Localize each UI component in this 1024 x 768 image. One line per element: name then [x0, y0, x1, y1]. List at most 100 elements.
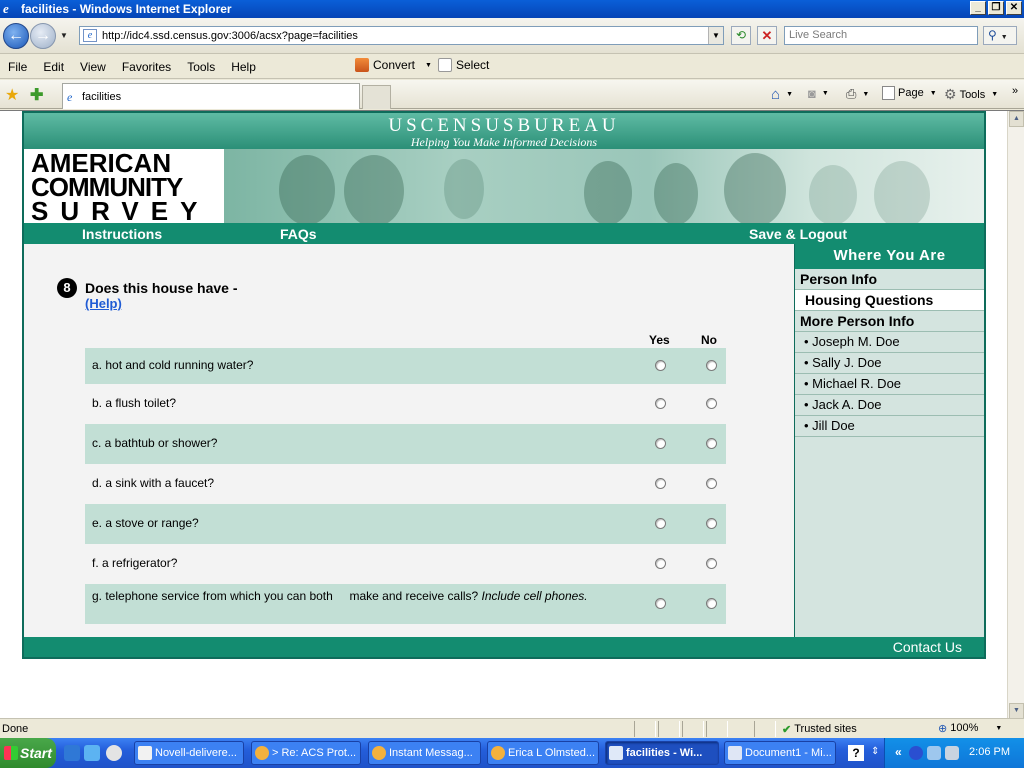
page-menu-icon — [882, 86, 895, 100]
address-dropdown-icon[interactable]: ▼ — [708, 27, 723, 44]
select-icon — [438, 58, 452, 72]
task-label: Novell-delivere... — [155, 747, 237, 759]
menu-favorites[interactable]: Favorites — [114, 60, 179, 74]
task-label: > Re: ACS Prot... — [272, 747, 357, 759]
search-options-dropdown-icon[interactable]: ▼ — [1001, 34, 1008, 41]
menu-bar: File Edit View Favorites Tools Help Conv… — [0, 55, 1024, 79]
radio-yes-a[interactable] — [655, 360, 666, 371]
sidebar-person-joseph[interactable]: • Joseph M. Doe — [795, 332, 984, 353]
radio-yes-c[interactable] — [655, 438, 666, 449]
radio-no-a[interactable] — [706, 360, 717, 371]
menu-file[interactable]: File — [0, 60, 35, 74]
stop-button[interactable]: ✕ — [757, 26, 777, 45]
question-area: 8 Does this house have - (Help) Yes No a… — [24, 244, 794, 637]
radio-yes-f[interactable] — [655, 558, 666, 569]
radio-yes-d[interactable] — [655, 478, 666, 489]
nav-faqs-link[interactable]: FAQs — [280, 226, 317, 242]
help-link[interactable]: (Help) — [85, 296, 122, 311]
sidebar-item-person-info[interactable]: Person Info — [795, 269, 984, 290]
menu-edit[interactable]: Edit — [35, 60, 72, 74]
print-button[interactable]: ⎙ ▼ — [846, 86, 869, 102]
nav-instructions-link[interactable]: Instructions — [82, 226, 162, 242]
tray-network-icon[interactable] — [909, 746, 923, 760]
sidebar-person-jill[interactable]: • Jill Doe — [795, 416, 984, 437]
question-number: 8 — [57, 278, 77, 298]
vertical-scrollbar[interactable]: ▲ ▼ — [1007, 111, 1024, 719]
radio-no-c[interactable] — [706, 438, 717, 449]
refresh-button[interactable]: ⟲ — [731, 26, 751, 45]
page-menu-button[interactable]: Page ▼ — [882, 86, 937, 100]
messenger-icon — [372, 746, 386, 760]
quicklaunch-media-icon[interactable] — [106, 745, 122, 761]
favorites-star-icon[interactable]: ★ — [5, 85, 19, 105]
new-tab-button[interactable] — [362, 85, 391, 109]
sidebar-person-jack[interactable]: • Jack A. Doe — [795, 395, 984, 416]
toolbar-overflow-icon[interactable]: » — [1012, 85, 1018, 97]
menu-help[interactable]: Help — [223, 60, 264, 74]
radio-no-e[interactable] — [706, 518, 717, 529]
taskbar-item-novell[interactable]: Novell-delivere... — [134, 741, 244, 765]
tray-computer-icon[interactable] — [945, 746, 959, 760]
add-favorite-icon[interactable]: ✚ — [30, 85, 43, 105]
tray-display-icon[interactable] — [927, 746, 941, 760]
sidebar-item-housing-questions[interactable]: Housing Questions — [795, 290, 984, 311]
radio-yes-g[interactable] — [655, 598, 666, 609]
taskbar-scroll-icon[interactable]: ⇕ — [871, 746, 879, 757]
select-button[interactable]: Select — [438, 58, 489, 72]
question-item-a: a. hot and cold running water? — [85, 348, 726, 384]
radio-no-b[interactable] — [706, 398, 717, 409]
menu-tools[interactable]: Tools — [179, 60, 223, 74]
address-field[interactable]: e http://idc4.ssd.census.gov:3006/acsx?p… — [79, 26, 724, 45]
nav-save-logout-link[interactable]: Save & Logout — [749, 226, 847, 242]
sidebar-item-more-person-info[interactable]: More Person Info — [795, 311, 984, 332]
page-dropdown-icon: ▼ — [929, 89, 937, 97]
zoom-control[interactable]: ⊕ 100% ▼ — [938, 722, 1002, 735]
print-dropdown-icon[interactable]: ▼ — [862, 91, 869, 98]
page-icon: e — [83, 29, 97, 42]
taskbar-item-word[interactable]: Document1 - Mi... — [724, 741, 836, 765]
search-button[interactable]: ⚲ ▼ — [983, 26, 1017, 45]
scroll-up-button[interactable]: ▲ — [1009, 111, 1024, 127]
recent-pages-dropdown[interactable]: ▼ — [60, 31, 68, 40]
radio-no-g[interactable] — [706, 598, 717, 609]
sidebar-person-michael[interactable]: • Michael R. Doe — [795, 374, 984, 395]
quicklaunch-desktop-icon[interactable] — [84, 745, 100, 761]
radio-no-f[interactable] — [706, 558, 717, 569]
help-icon[interactable]: ? — [848, 745, 864, 761]
home-button[interactable]: ⌂ ▼ — [771, 86, 793, 103]
taskbar-item-email[interactable]: > Re: ACS Prot... — [251, 741, 361, 765]
forward-button[interactable]: → — [30, 23, 56, 49]
item-label: g. telephone service from which you can … — [92, 588, 592, 604]
tab-facilities[interactable]: e facilities — [62, 83, 360, 109]
search-input[interactable]: Live Search — [784, 26, 978, 45]
back-button[interactable]: ← — [3, 23, 29, 49]
feeds-dropdown-icon[interactable]: ▼ — [822, 90, 829, 97]
zoom-dropdown-icon[interactable]: ▼ — [995, 725, 1002, 735]
home-dropdown-icon[interactable]: ▼ — [786, 91, 793, 98]
menu-view[interactable]: View — [72, 60, 114, 74]
feeds-button[interactable]: ◙ ▼ — [808, 86, 829, 101]
convert-button[interactable]: Convert ▼ — [355, 58, 432, 72]
start-button[interactable]: Start — [0, 738, 56, 768]
restore-button[interactable]: ❐ — [988, 1, 1004, 15]
contact-us-link[interactable]: Contact Us — [893, 639, 962, 655]
task-label: facilities - Wi... — [626, 747, 703, 759]
radio-yes-b[interactable] — [655, 398, 666, 409]
question-item-f: f. a refrigerator? — [85, 544, 726, 584]
radio-no-d[interactable] — [706, 478, 717, 489]
close-window-button[interactable]: ✕ — [1006, 1, 1022, 15]
tools-menu-button[interactable]: ⚙ Tools ▼ — [944, 86, 998, 103]
radio-yes-e[interactable] — [655, 518, 666, 529]
taskbar-item-messenger[interactable]: Instant Messag... — [368, 741, 481, 765]
quicklaunch-ie-icon[interactable] — [64, 745, 80, 761]
sidebar-person-sally[interactable]: • Sally J. Doe — [795, 353, 984, 374]
scroll-down-button[interactable]: ▼ — [1009, 703, 1024, 719]
minimize-button[interactable]: _ — [970, 1, 986, 15]
logo-line-survey: SURVEY — [31, 196, 210, 223]
security-zone[interactable]: ✔ Trusted sites — [782, 723, 857, 736]
tray-expand-icon[interactable]: « — [895, 745, 902, 759]
sidebar-heading: Where You Are — [795, 244, 984, 269]
convert-dropdown-icon[interactable]: ▼ — [425, 62, 432, 69]
taskbar-item-ie[interactable]: facilities - Wi... — [605, 741, 719, 765]
taskbar-item-chat[interactable]: Erica L Olmsted... — [487, 741, 599, 765]
